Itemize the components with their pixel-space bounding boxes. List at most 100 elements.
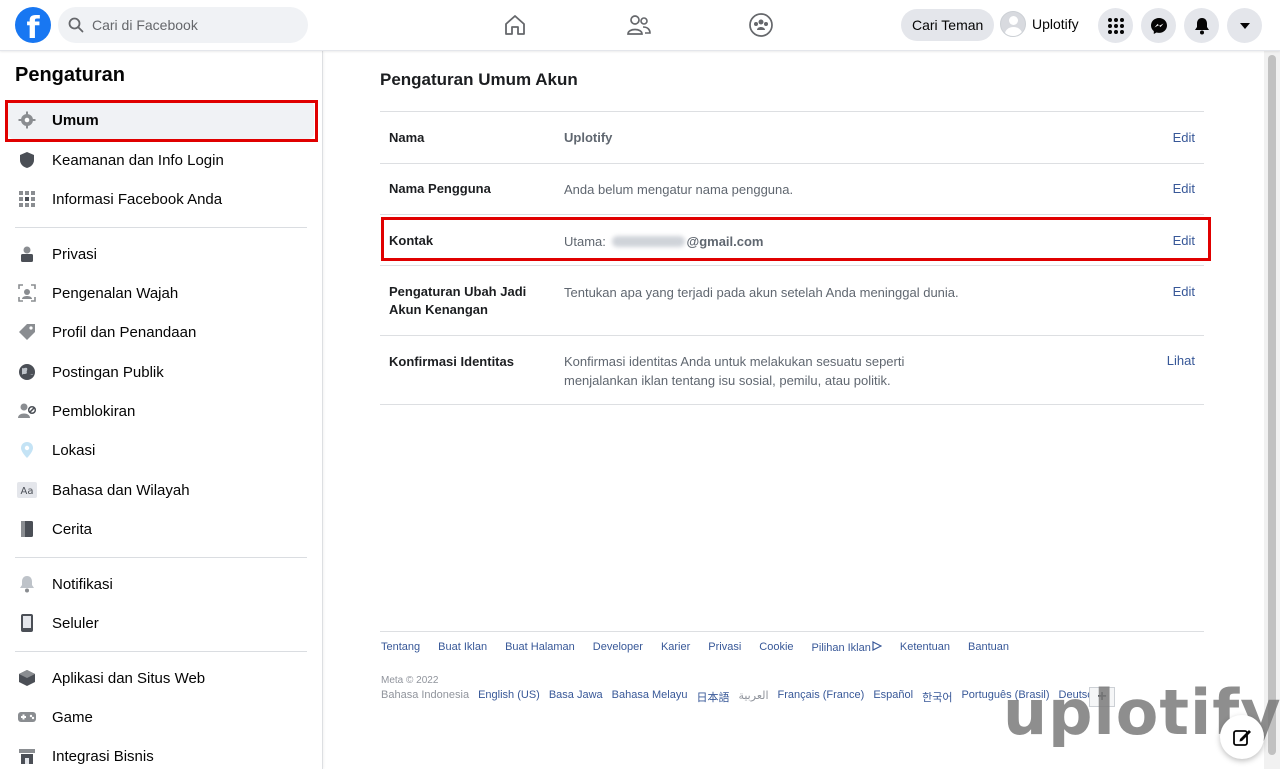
language-link[interactable]: Français (France) <box>778 689 865 705</box>
sidebar-item-label: Privasi <box>52 245 98 263</box>
tag-icon <box>17 322 37 342</box>
row-label: Konfirmasi Identitas <box>389 354 514 369</box>
sidebar-item-security[interactable]: Keamanan dan Info Login <box>8 141 314 179</box>
facebook-logo-icon[interactable]: f <box>15 7 51 43</box>
grid-icon <box>17 189 37 209</box>
view-identity-link[interactable]: Lihat <box>1167 353 1195 368</box>
groups-icon <box>749 13 773 37</box>
settings-row-identity-confirmation[interactable]: Konfirmasi Identitas Konfirmasi identita… <box>380 336 1204 405</box>
sidebar-item-label: Postingan Publik <box>52 363 164 381</box>
account-dropdown-button[interactable] <box>1227 8 1262 43</box>
scrollbar-thumb[interactable] <box>1268 55 1276 755</box>
settings-row-username[interactable]: Nama Pengguna Anda belum mengatur nama p… <box>380 164 1204 215</box>
footer-link[interactable]: Tentang <box>381 641 420 654</box>
current-language: Bahasa Indonesia <box>381 689 470 701</box>
edit-memorialization-link[interactable]: Edit <box>1173 284 1195 299</box>
sidebar-item-label: Aplikasi dan Situs Web <box>52 669 206 687</box>
language-link[interactable]: Bahasa Melayu <box>612 689 688 705</box>
find-friends-button[interactable]: Cari Teman <box>901 9 995 41</box>
sidebar-divider <box>15 557 307 558</box>
page-title: Pengaturan Umum Akun <box>380 70 578 89</box>
sidebar-item-apps-websites[interactable]: Aplikasi dan Situs Web <box>8 659 314 697</box>
sidebar-item-location[interactable]: Lokasi <box>8 431 314 469</box>
new-message-button[interactable] <box>1220 715 1264 759</box>
profile-name: Uplotify <box>1032 16 1079 32</box>
search-icon <box>68 17 84 33</box>
phone-icon <box>17 613 37 633</box>
language-icon: Aa <box>17 480 37 500</box>
highlight-box-contact <box>381 217 1211 261</box>
sidebar-divider <box>15 651 307 652</box>
sidebar-item-label: Notifikasi <box>52 575 113 593</box>
groups-nav-button[interactable] <box>741 8 781 42</box>
highlight-box-general <box>5 100 318 142</box>
notifications-button[interactable] <box>1184 8 1219 43</box>
chevron-down-icon <box>1239 22 1250 29</box>
settings-row-memorialization[interactable]: Pengaturan Ubah Jadi Akun Kenangan Tentu… <box>380 266 1204 336</box>
edit-name-link[interactable]: Edit <box>1173 130 1195 145</box>
row-value: Tentukan apa yang terjadi pada akun sete… <box>564 285 959 300</box>
settings-row-name[interactable]: Nama Uplotify Edit <box>380 112 1204 164</box>
profile-button[interactable]: Uplotify <box>1000 11 1079 37</box>
language-link[interactable]: Español <box>873 689 913 705</box>
copyright: Meta © 2022 <box>381 675 439 686</box>
footer-link[interactable]: Buat Halaman <box>505 641 575 654</box>
row-value: Uplotify <box>564 130 613 145</box>
sidebar-item-your-info[interactable]: Informasi Facebook Anda <box>8 180 314 218</box>
messenger-button[interactable] <box>1141 8 1176 43</box>
scrollbar[interactable] <box>1264 51 1280 769</box>
sidebar-item-blocking[interactable]: Pemblokiran <box>8 392 314 430</box>
sidebar-item-stories[interactable]: Cerita <box>8 510 314 548</box>
sidebar-item-profile-tagging[interactable]: Profil dan Penandaan <box>8 313 314 351</box>
search-box[interactable] <box>58 7 308 43</box>
sidebar-item-language-region[interactable]: Aa Bahasa dan Wilayah <box>8 471 314 509</box>
sidebar-item-label: Integrasi Bisnis <box>52 747 154 765</box>
sidebar-item-face-recognition[interactable]: Pengenalan Wajah <box>8 274 314 312</box>
sidebar-item-label: Game <box>52 708 93 726</box>
language-link[interactable]: 日本語 <box>696 689 729 705</box>
sidebar-item-label: Cerita <box>52 520 93 538</box>
book-icon <box>17 519 37 539</box>
sidebar-item-mobile[interactable]: Seluler <box>8 604 314 642</box>
sidebar-item-label: Profil dan Penandaan <box>52 323 197 341</box>
sidebar-item-business-integrations[interactable]: Integrasi Bisnis <box>8 737 314 769</box>
sidebar-divider <box>15 227 307 228</box>
language-link[interactable]: العربية <box>738 689 768 705</box>
home-icon <box>505 15 525 35</box>
footer-link[interactable]: Ketentuan <box>900 641 950 654</box>
footer-link[interactable]: Developer <box>593 641 643 654</box>
sidebar-item-public-posts[interactable]: Postingan Publik <box>8 353 314 391</box>
bell-icon <box>17 574 37 594</box>
sidebar-item-label: Bahasa dan Wilayah <box>52 481 190 499</box>
footer-link[interactable]: Bantuan <box>968 641 1009 654</box>
messenger-icon <box>1150 17 1167 34</box>
sidebar-item-notifications[interactable]: Notifikasi <box>8 565 314 603</box>
svg-text:Aa: Aa <box>21 486 34 497</box>
location-pin-icon <box>17 440 37 460</box>
notifications-icon <box>1194 17 1209 34</box>
cube-icon <box>17 668 37 688</box>
lock-person-icon <box>17 244 37 264</box>
footer-link[interactable]: Cookie <box>759 641 793 654</box>
footer-link[interactable]: Privasi <box>708 641 741 654</box>
edit-username-link[interactable]: Edit <box>1173 181 1195 196</box>
sidebar-item-games[interactable]: Game <box>8 698 314 736</box>
sidebar-item-label: Lokasi <box>52 441 96 459</box>
friends-nav-button[interactable] <box>619 8 659 42</box>
language-link[interactable]: 한국어 <box>922 689 952 705</box>
language-link[interactable]: Basa Jawa <box>549 689 603 705</box>
footer-link[interactable]: Buat Iklan <box>438 641 487 654</box>
sidebar-item-privacy[interactable]: Privasi <box>8 235 314 273</box>
business-icon <box>17 746 37 766</box>
top-navigation-bar: f Cari Teman Uplotify <box>0 0 1280 51</box>
sidebar-item-label: Informasi Facebook Anda <box>52 190 223 208</box>
home-nav-button[interactable] <box>495 8 535 42</box>
menu-button[interactable] <box>1098 8 1133 43</box>
footer-link-ad-choices[interactable]: Pilihan Iklan <box>812 641 883 654</box>
footer-link[interactable]: Karier <box>661 641 690 654</box>
sidebar-item-label: Pemblokiran <box>52 402 136 420</box>
sidebar-title: Pengaturan <box>15 64 126 86</box>
search-input[interactable] <box>92 17 292 33</box>
row-label: Nama <box>389 130 425 145</box>
language-link[interactable]: English (US) <box>478 689 540 705</box>
